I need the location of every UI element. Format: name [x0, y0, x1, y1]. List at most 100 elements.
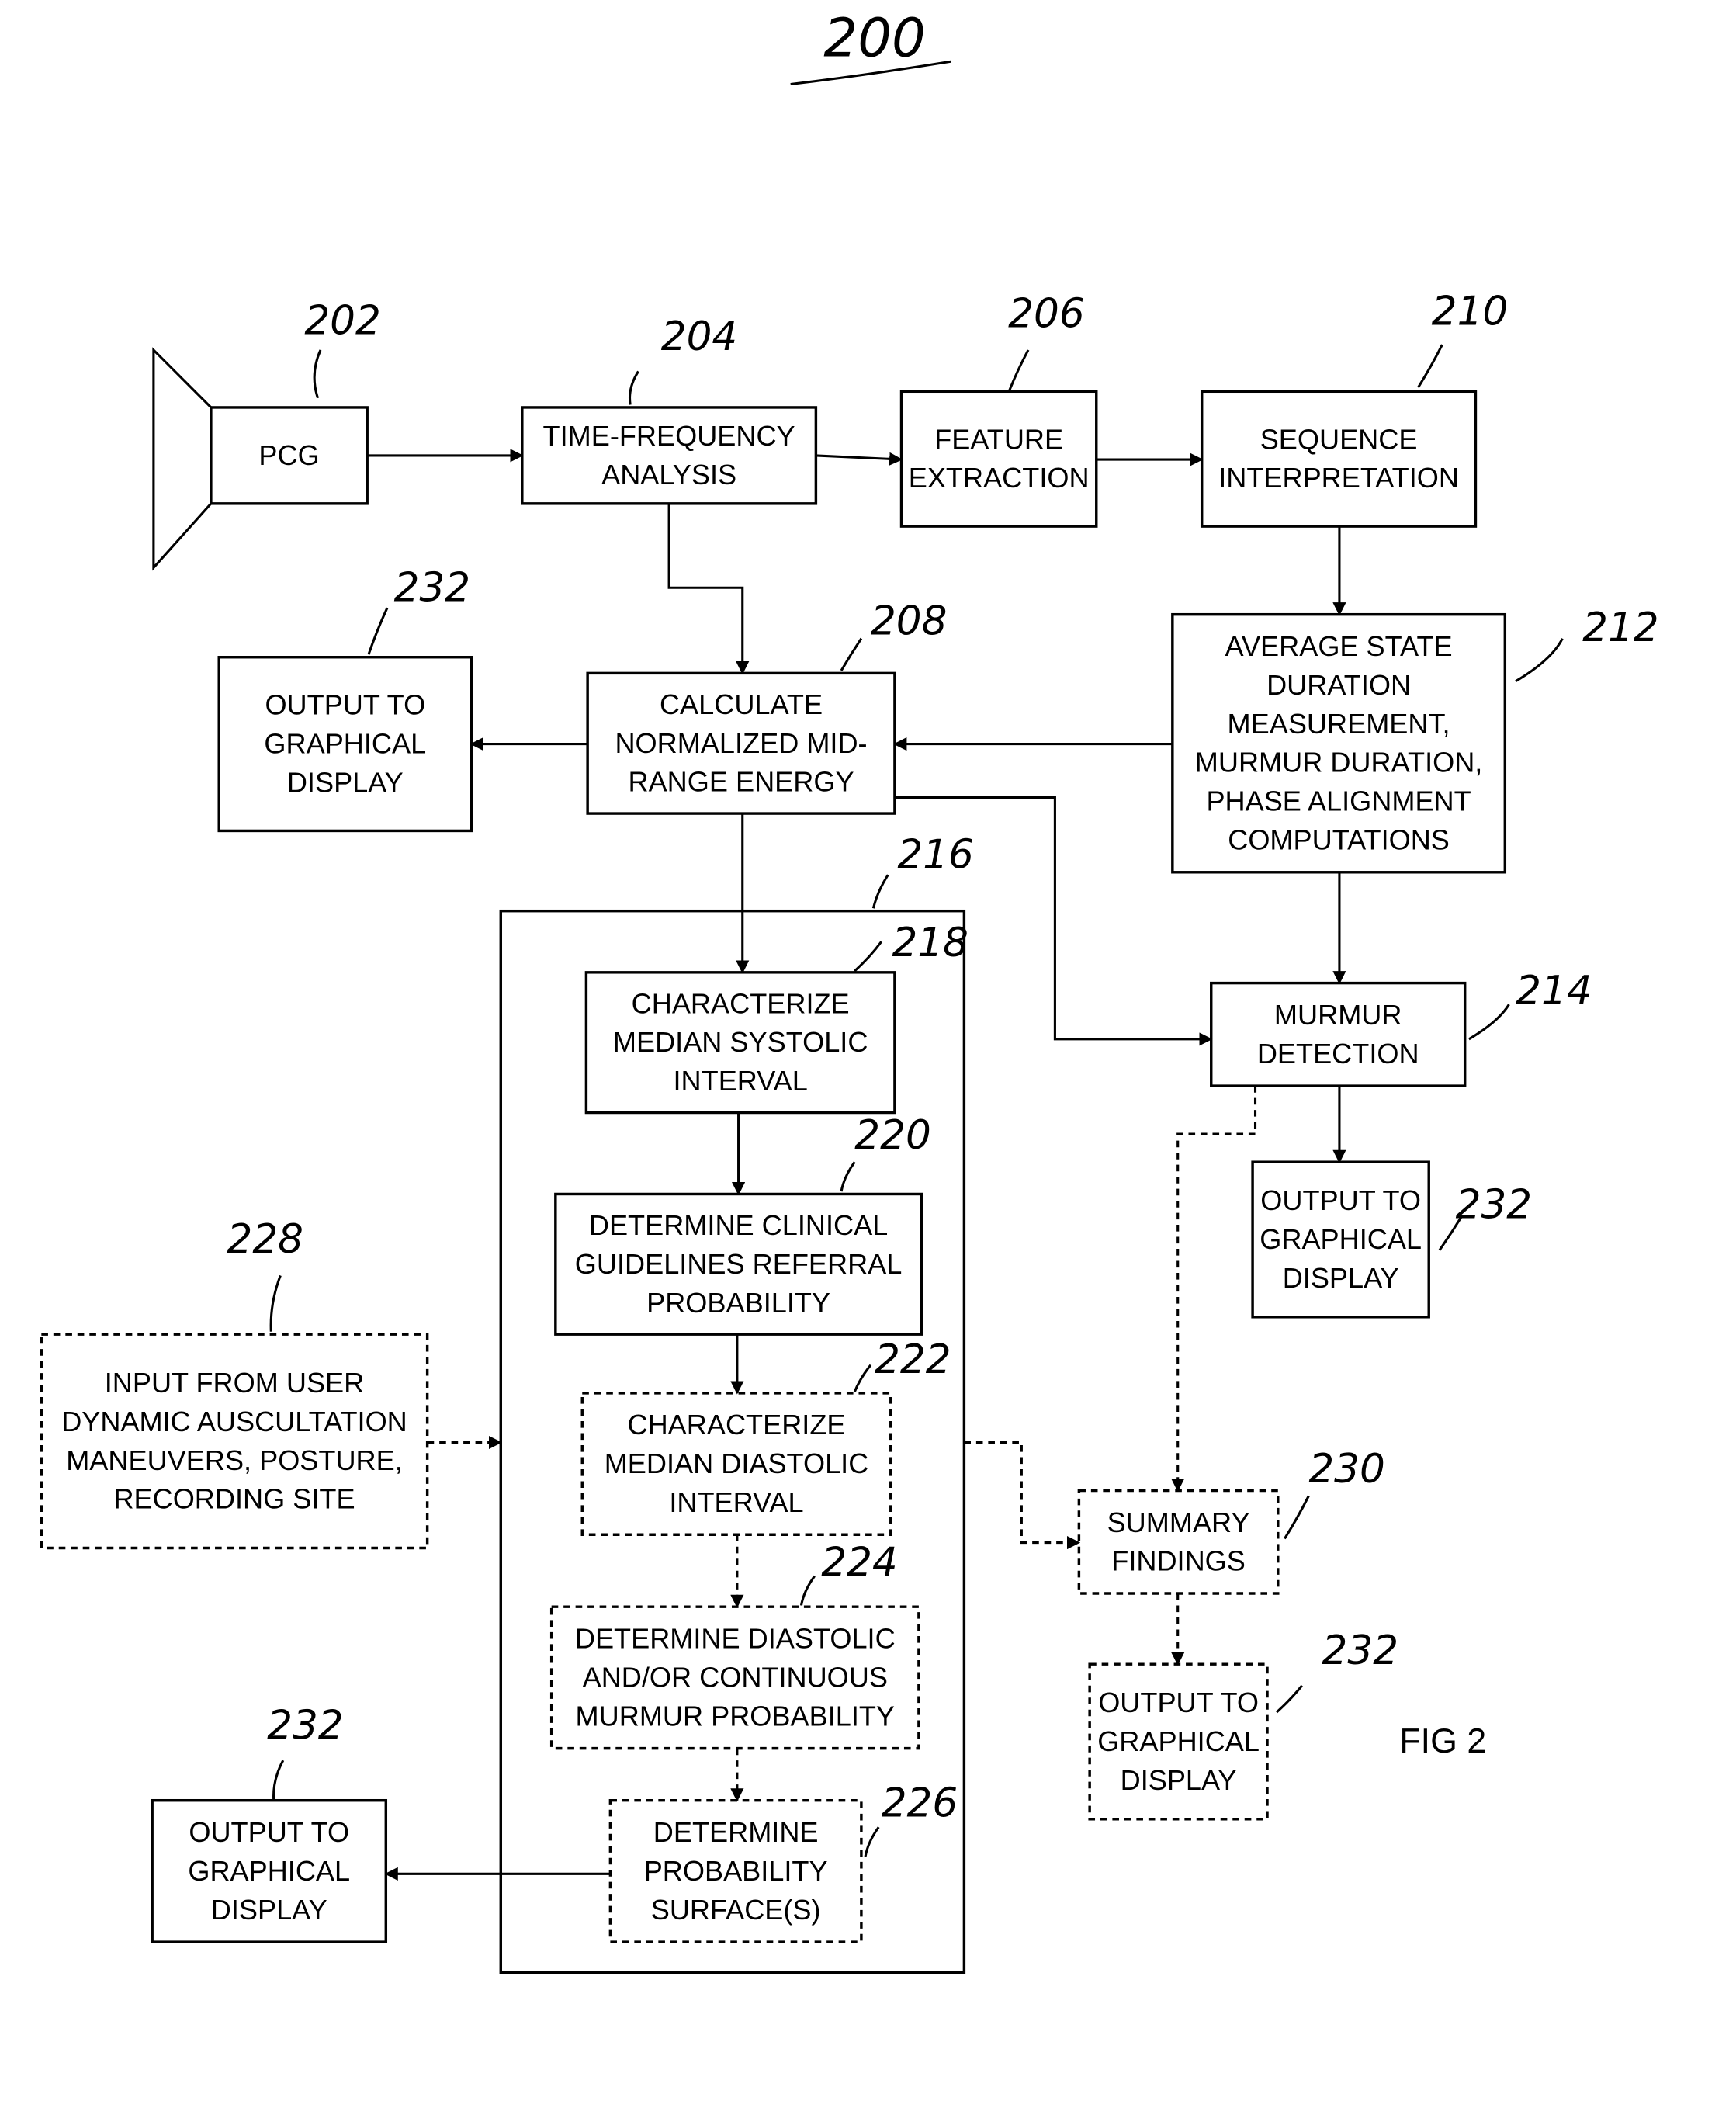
- block-clinical-label-line: PROBABILITY: [646, 1287, 830, 1319]
- block-surface: DETERMINE PROBABILITY SURFACE(S): [608, 1798, 863, 1943]
- block-input-label-line: MANEUVERS, POSTURE,: [66, 1444, 403, 1476]
- reference-numeral: 206: [1008, 291, 1085, 338]
- block-sequence-label-line: SEQUENCE: [1260, 423, 1418, 455]
- block-input-label-line: RECORDING SITE: [113, 1483, 355, 1515]
- block-surface-label-line: PROBABILITY: [644, 1855, 828, 1887]
- block-murmur-label-line: DETECTION: [1257, 1038, 1419, 1070]
- block-average-label-line: PHASE ALIGNMENT: [1206, 785, 1471, 817]
- reference-leader-line: [840, 637, 863, 671]
- block-input: INPUT FROM USER DYNAMIC AUSCULTATION MANEU…: [40, 1333, 429, 1550]
- figure-number: 200: [823, 7, 925, 69]
- block-tfa: TIME-FREQUENCY ANALYSIS: [521, 406, 818, 505]
- reference-numeral: 216: [897, 832, 974, 879]
- block-systolic-label-line: INTERVAL: [674, 1065, 808, 1097]
- block-calc-label-line: NORMALIZED MID-: [615, 727, 867, 759]
- block-murmur: MURMUR DETECTION: [1210, 981, 1467, 1087]
- reference-leader-line: [799, 1575, 816, 1606]
- block-out1-label-line: GRAPHICAL: [264, 728, 426, 760]
- block-sequence: SEQUENCE INTERPRETATION: [1200, 390, 1478, 528]
- block-continuous-label-line: DETERMINE DIASTOLIC: [575, 1623, 896, 1655]
- block-surface-label-line: DETERMINE: [653, 1816, 819, 1848]
- reference-leader-line: [272, 1760, 285, 1801]
- block-out3-label-line: OUTPUT TO: [1098, 1687, 1259, 1718]
- reference-numeral: 202: [304, 297, 381, 344]
- block-out2-label-line: GRAPHICAL: [1260, 1223, 1422, 1255]
- block-out4-label-line: GRAPHICAL: [188, 1855, 350, 1887]
- block-average-label-line: AVERAGE STATE: [1225, 630, 1453, 662]
- block-diastolic-label-line: CHARACTERIZE: [628, 1409, 846, 1441]
- reference-leader-line: [840, 1161, 856, 1192]
- arrow-murmur-to-summary: [1171, 1086, 1257, 1493]
- block-clinical-label-line: DETERMINE CLINICAL: [589, 1209, 888, 1241]
- block-murmur-label-line: MURMUR: [1274, 999, 1402, 1031]
- reference-numeral: 230: [1308, 1446, 1385, 1493]
- flowchart-diagram: 200 PCG TIME-FREQUENCY ANALYSIS FEATURE EXTR…: [40, 7, 1659, 1974]
- block-feature-label-line: FEATURE: [934, 423, 1063, 455]
- reference-leader-line: [1417, 344, 1443, 388]
- block-average: AVERAGE STATE DURATION MEASUREMENT, MURMUR …: [1171, 612, 1507, 874]
- reference-numeral: 232: [394, 564, 471, 611]
- reference-leader-line: [629, 370, 639, 405]
- block-continuous: DETERMINE DIASTOLIC AND/OR CONTINUOUS MURM…: [549, 1605, 920, 1750]
- reference-numeral: 222: [875, 1337, 951, 1383]
- block-out4: OUTPUT TO GRAPHICAL DISPLAY: [151, 1798, 388, 1943]
- block-diastolic-label-line: INTERVAL: [669, 1486, 803, 1518]
- reference-leader-line: [1468, 1004, 1510, 1041]
- reference-leader-line: [367, 607, 389, 655]
- reference-numeral: 226: [882, 1780, 958, 1826]
- reference-leader-line: [854, 941, 882, 972]
- block-summary-label-line: SUMMARY: [1107, 1506, 1250, 1538]
- block-calc-label-line: RANGE ENERGY: [628, 766, 854, 798]
- block-clinical-label-line: GUIDELINES REFERRAL: [575, 1248, 903, 1280]
- reference-numeral: 210: [1432, 288, 1509, 335]
- reference-leader-line: [1008, 349, 1030, 391]
- reference-leader-line: [864, 1826, 880, 1857]
- block-sequence-frame: [1200, 390, 1478, 528]
- arrow-group-to-summary: [964, 1441, 1081, 1550]
- reference-leader-line: [871, 874, 889, 909]
- arrow-tfa-to-calc: [667, 503, 750, 675]
- block-continuous-label-line: MURMUR PROBABILITY: [576, 1700, 895, 1732]
- block-continuous-label-line: AND/OR CONTINUOUS: [583, 1661, 888, 1693]
- block-input-label-line: INPUT FROM USER: [105, 1367, 365, 1399]
- block-tfa-label-line: ANALYSIS: [601, 459, 736, 491]
- reference-numeral: 204: [661, 314, 738, 360]
- block-out4-label-line: DISPLAY: [211, 1894, 327, 1926]
- reference-numeral: 218: [892, 920, 968, 966]
- block-out1-label-line: DISPLAY: [287, 767, 404, 799]
- block-average-label-line: DURATION: [1266, 669, 1411, 701]
- figure-caption: FIG 2: [1399, 1721, 1486, 1760]
- block-out1: OUTPUT TO GRAPHICAL DISPLAY: [217, 656, 473, 833]
- reference-numeral: 208: [871, 598, 948, 644]
- block-average-label-line: COMPUTATIONS: [1228, 824, 1450, 856]
- block-sequence-label-line: INTERPRETATION: [1218, 462, 1459, 494]
- sensor-icon: [152, 347, 213, 571]
- block-clinical: DETERMINE CLINICAL GUIDELINES REFERRAL PRO…: [554, 1192, 923, 1336]
- block-systolic-label-line: CHARACTERIZE: [632, 987, 850, 1019]
- block-out4-label-line: OUTPUT TO: [189, 1816, 349, 1848]
- reference-leader-line: [1276, 1684, 1303, 1714]
- block-diastolic-label-line: MEDIAN DIASTOLIC: [605, 1447, 869, 1479]
- block-feature-frame: [899, 390, 1098, 528]
- block-diastolic: CHARACTERIZE MEDIAN DIASTOLIC INTERVAL: [580, 1392, 892, 1536]
- block-systolic: CHARACTERIZE MEDIAN SYSTOLIC INTERVAL: [584, 971, 896, 1115]
- block-out1-label-line: OUTPUT TO: [265, 689, 425, 721]
- block-feature-label-line: EXTRACTION: [909, 462, 1090, 494]
- block-out3-label-line: DISPLAY: [1121, 1764, 1237, 1796]
- block-feature: FEATURE EXTRACTION: [899, 390, 1098, 528]
- block-out2-label-line: OUTPUT TO: [1260, 1184, 1421, 1216]
- block-out3: OUTPUT TO GRAPHICAL DISPLAY: [1088, 1662, 1269, 1821]
- block-average-label-line: MURMUR DURATION,: [1195, 747, 1483, 778]
- block-out3-label-line: GRAPHICAL: [1097, 1725, 1260, 1757]
- reference-numeral: 228: [227, 1216, 304, 1263]
- reference-numeral: 224: [821, 1540, 898, 1586]
- block-summary: SUMMARY FINDINGS: [1077, 1489, 1280, 1595]
- reference-leader-line: [1515, 637, 1564, 683]
- block-tfa-label-line: TIME-FREQUENCY: [543, 420, 795, 452]
- block-out2: OUTPUT TO GRAPHICAL DISPLAY: [1251, 1160, 1430, 1319]
- reference-leader-line: [313, 349, 322, 399]
- reference-numeral: 220: [854, 1112, 931, 1159]
- block-surface-label-line: SURFACE(S): [651, 1894, 821, 1926]
- reference-leader-line: [853, 1364, 872, 1392]
- reference-numeral: 212: [1582, 605, 1659, 651]
